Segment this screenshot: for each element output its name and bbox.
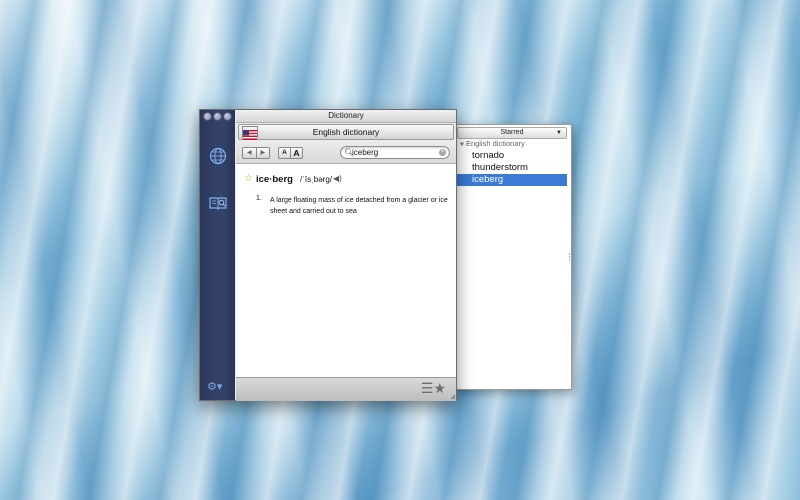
- definition-pane: ☆ ice·berg /ˈīsˌbərg/ ◀) 1. A large floa…: [236, 164, 456, 377]
- back-arrow-icon[interactable]: ◀: [243, 148, 256, 158]
- starred-item-thunderstorm[interactable]: thunderstorm: [457, 162, 567, 174]
- entry-pronunciation: /ˈīsˌbərg/: [300, 175, 333, 184]
- definition-text: A large floating mass of ice detached fr…: [270, 197, 448, 215]
- starred-item-tornado[interactable]: tornado: [457, 150, 567, 162]
- us-flag-icon: [242, 126, 258, 140]
- speaker-icon[interactable]: ◀): [333, 174, 342, 183]
- starred-dropdown[interactable]: Starred ▼: [457, 127, 567, 139]
- font-smaller-button[interactable]: A: [279, 148, 290, 158]
- minimize-window-button[interactable]: [213, 112, 222, 121]
- resize-grip-icon[interactable]: ◢: [450, 393, 455, 400]
- zoom-window-button[interactable]: [223, 112, 232, 121]
- drawer-group-header[interactable]: ▼English dictionary: [459, 139, 525, 148]
- dictionary-book-icon[interactable]: [209, 194, 227, 212]
- sidebar: ⚙▾: [200, 110, 235, 400]
- forward-arrow-icon[interactable]: ▶: [255, 148, 270, 158]
- entry-headword: ice·berg: [256, 174, 293, 185]
- globe-icon[interactable]: [209, 147, 227, 165]
- close-window-button[interactable]: [203, 112, 212, 121]
- starred-drawer: Starred ▼ ▼English dictionary tornado th…: [452, 124, 572, 390]
- chevron-down-icon: ▼: [556, 130, 562, 136]
- navigation-buttons: ◀ ▶: [242, 147, 270, 159]
- drawer-resize-handle[interactable]: [569, 253, 572, 261]
- toolbar: ◀ ▶ A A 🔍︎ ×: [236, 140, 456, 164]
- starred-item-iceberg[interactable]: iceberg: [457, 174, 567, 186]
- bottom-bar: ☰★ ◢: [236, 377, 456, 401]
- starred-list-icon[interactable]: ☰★: [421, 380, 446, 397]
- disclosure-triangle-icon[interactable]: ▼: [459, 142, 465, 148]
- starred-dropdown-label: Starred: [500, 129, 524, 136]
- definition-number: 1.: [256, 195, 262, 202]
- dictionary-window: ⚙▾ Dictionary English dictionary ◀ ▶ A A…: [199, 109, 457, 401]
- clear-search-icon[interactable]: ×: [439, 149, 446, 156]
- star-icon[interactable]: ☆: [244, 173, 253, 184]
- drawer-group-label: English dictionary: [465, 139, 525, 148]
- font-size-buttons: A A: [278, 147, 303, 159]
- dictionary-source-bar[interactable]: English dictionary: [238, 124, 454, 140]
- search-input[interactable]: [352, 147, 434, 158]
- search-field[interactable]: 🔍︎ ×: [340, 146, 450, 159]
- font-larger-button[interactable]: A: [290, 148, 302, 158]
- action-menu-icon[interactable]: ⚙▾: [207, 380, 222, 393]
- window-title: Dictionary: [236, 110, 456, 123]
